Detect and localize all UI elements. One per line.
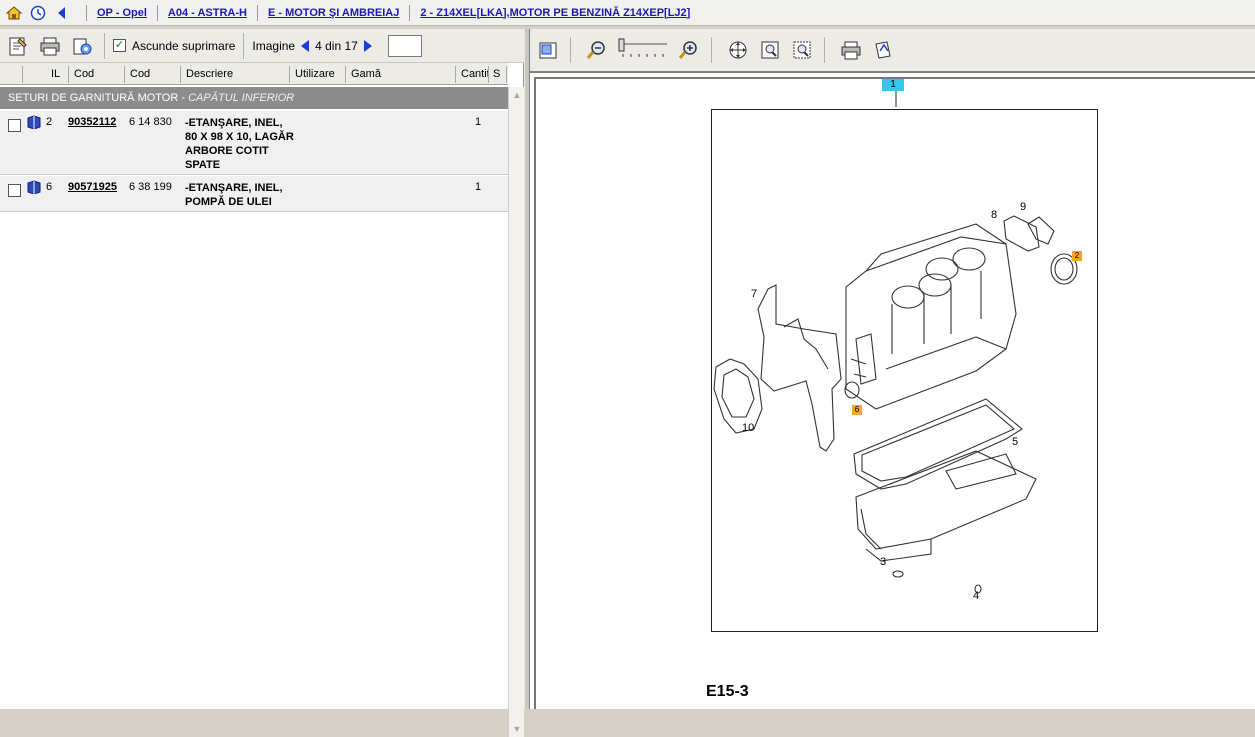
diagram-canvas[interactable]: 1 7 8 9 10 5 3 4 2 6 E15-3 [534, 77, 1255, 709]
next-image-button[interactable] [363, 39, 372, 52]
column-divider [22, 66, 23, 83]
previous-image-button[interactable] [301, 39, 310, 52]
scroll-down-icon[interactable]: ▼ [509, 721, 525, 737]
hide-superseded-checkbox[interactable]: ✓ [113, 39, 126, 52]
diagram-pane: 1 7 8 9 10 5 3 4 2 6 E15-3 [530, 29, 1255, 709]
diagram-code: E15-3 [706, 683, 749, 700]
row-part-number[interactable]: 90352112 [68, 116, 122, 128]
breadcrumb-separator [409, 4, 411, 21]
column-header-s[interactable]: S [493, 68, 500, 80]
row-description: -ETANŞARE, INEL, POMPĂ DE ULEI [185, 182, 283, 208]
callout-8[interactable]: 8 [991, 209, 997, 221]
image-label: Imagine [252, 38, 296, 53]
callout-6-highlighted[interactable]: 6 [852, 405, 862, 415]
zoom-reset-icon[interactable] [788, 36, 816, 64]
callout-5[interactable]: 5 [1012, 436, 1018, 448]
print-icon[interactable] [837, 36, 865, 64]
fit-window-icon[interactable] [534, 36, 562, 64]
column-header-il[interactable]: IL [51, 68, 60, 80]
table-header: IL Cod Cod Descriere Utilizare Gamă Cant… [0, 63, 508, 85]
breadcrumb-separator [156, 4, 158, 21]
column-header-quantity[interactable]: Cantit [461, 68, 488, 80]
column-divider [455, 66, 456, 83]
zoom-slider[interactable] [615, 38, 671, 62]
row-checkbox[interactable] [8, 119, 21, 132]
group-title: SETURI DE GARNITURĂ MOTOR [8, 92, 179, 104]
callout-9[interactable]: 9 [1020, 201, 1026, 213]
page-number-input[interactable] [387, 34, 422, 57]
diagram-toolbar [530, 29, 1255, 73]
group-header: SETURI DE GARNITURĂ MOTOR - CAPĂTUL INFE… [0, 87, 508, 109]
breadcrumb-separator [256, 4, 258, 21]
callout-7[interactable]: 7 [751, 288, 757, 300]
book-icon[interactable] [27, 115, 41, 132]
scroll-up-icon[interactable]: ▲ [509, 87, 525, 103]
row-quantity: 1 [475, 116, 482, 128]
print-list-icon[interactable] [36, 32, 64, 60]
settings-icon[interactable] [68, 32, 96, 60]
zoom-in-icon[interactable] [675, 36, 703, 64]
back-icon[interactable] [52, 3, 72, 23]
row-part-number[interactable]: 90571925 [68, 181, 122, 193]
hide-superseded-label: Ascunde suprimare [132, 38, 236, 53]
callout-2-highlighted[interactable]: 2 [1072, 251, 1082, 261]
toolbar-separator [243, 32, 245, 59]
table-row[interactable]: 2 90352112 6 14 830 -ETANŞARE, INEL, 80 … [0, 111, 508, 175]
row-quantity: 1 [475, 181, 482, 193]
column-divider [68, 66, 69, 83]
breadcrumb: OP - Opel A04 - ASTRA-H E - MOTOR ŞI AMB… [0, 0, 1255, 26]
column-divider [124, 66, 125, 83]
row-description: -ETANŞARE, INEL, 80 X 98 X 10, LAGĂR ARB… [185, 117, 294, 171]
callout-10[interactable]: 10 [742, 422, 754, 434]
column-header-code2[interactable]: Cod [130, 68, 150, 80]
row-il: 6 [46, 181, 53, 193]
book-icon[interactable] [27, 180, 41, 197]
breadcrumb-separator [86, 4, 87, 21]
export-icon[interactable] [869, 36, 897, 64]
column-divider [289, 66, 290, 83]
toolbar-separator [711, 37, 712, 63]
history-icon[interactable] [28, 3, 48, 23]
callout-4[interactable]: 4 [973, 590, 979, 602]
column-header-usage[interactable]: Utilizare [295, 68, 335, 80]
zoom-out-icon[interactable] [583, 36, 611, 64]
toolbar-separator [104, 32, 105, 59]
page-indicator: 4 din 17 [315, 38, 358, 53]
callout-3[interactable]: 3 [880, 556, 886, 568]
breadcrumb-subgroup[interactable]: 2 - Z14XEL[LKA],MOTOR PE BENZINĂ Z14XEP[… [420, 7, 690, 19]
breadcrumb-group[interactable]: E - MOTOR ŞI AMBREIAJ [268, 7, 399, 19]
toolbar-separator [570, 37, 571, 63]
row-checkbox[interactable] [8, 184, 21, 197]
column-header-description[interactable]: Descriere [186, 68, 233, 80]
table-row[interactable]: 6 90571925 6 38 199 -ETANŞARE, INEL, POM… [0, 176, 508, 212]
column-divider [488, 66, 489, 83]
group-subtitle: CAPĂTUL INFERIOR [188, 92, 295, 104]
column-header-code[interactable]: Cod [74, 68, 94, 80]
row-catalog-code: 6 38 199 [129, 181, 172, 193]
toolbar-separator [824, 37, 825, 63]
pan-icon[interactable] [724, 36, 752, 64]
row-catalog-code: 6 14 830 [129, 116, 172, 128]
row-il: 2 [46, 116, 53, 128]
diagram-frame [711, 109, 1098, 632]
column-divider [345, 66, 346, 83]
column-divider [506, 66, 507, 83]
breadcrumb-brand[interactable]: OP - Opel [97, 7, 147, 19]
notes-icon[interactable] [4, 32, 32, 60]
zoom-area-icon[interactable] [756, 36, 784, 64]
home-icon[interactable] [4, 3, 24, 23]
parts-list-pane: ✓ Ascunde suprimare Imagine 4 din 17 IL … [0, 29, 524, 737]
parts-toolbar: ✓ Ascunde suprimare Imagine 4 din 17 [0, 29, 524, 63]
column-divider [180, 66, 181, 83]
vertical-scrollbar[interactable]: ▲ ▼ [508, 87, 524, 737]
column-header-range[interactable]: Gamă [351, 68, 381, 80]
breadcrumb-model[interactable]: A04 - ASTRA-H [168, 7, 247, 19]
